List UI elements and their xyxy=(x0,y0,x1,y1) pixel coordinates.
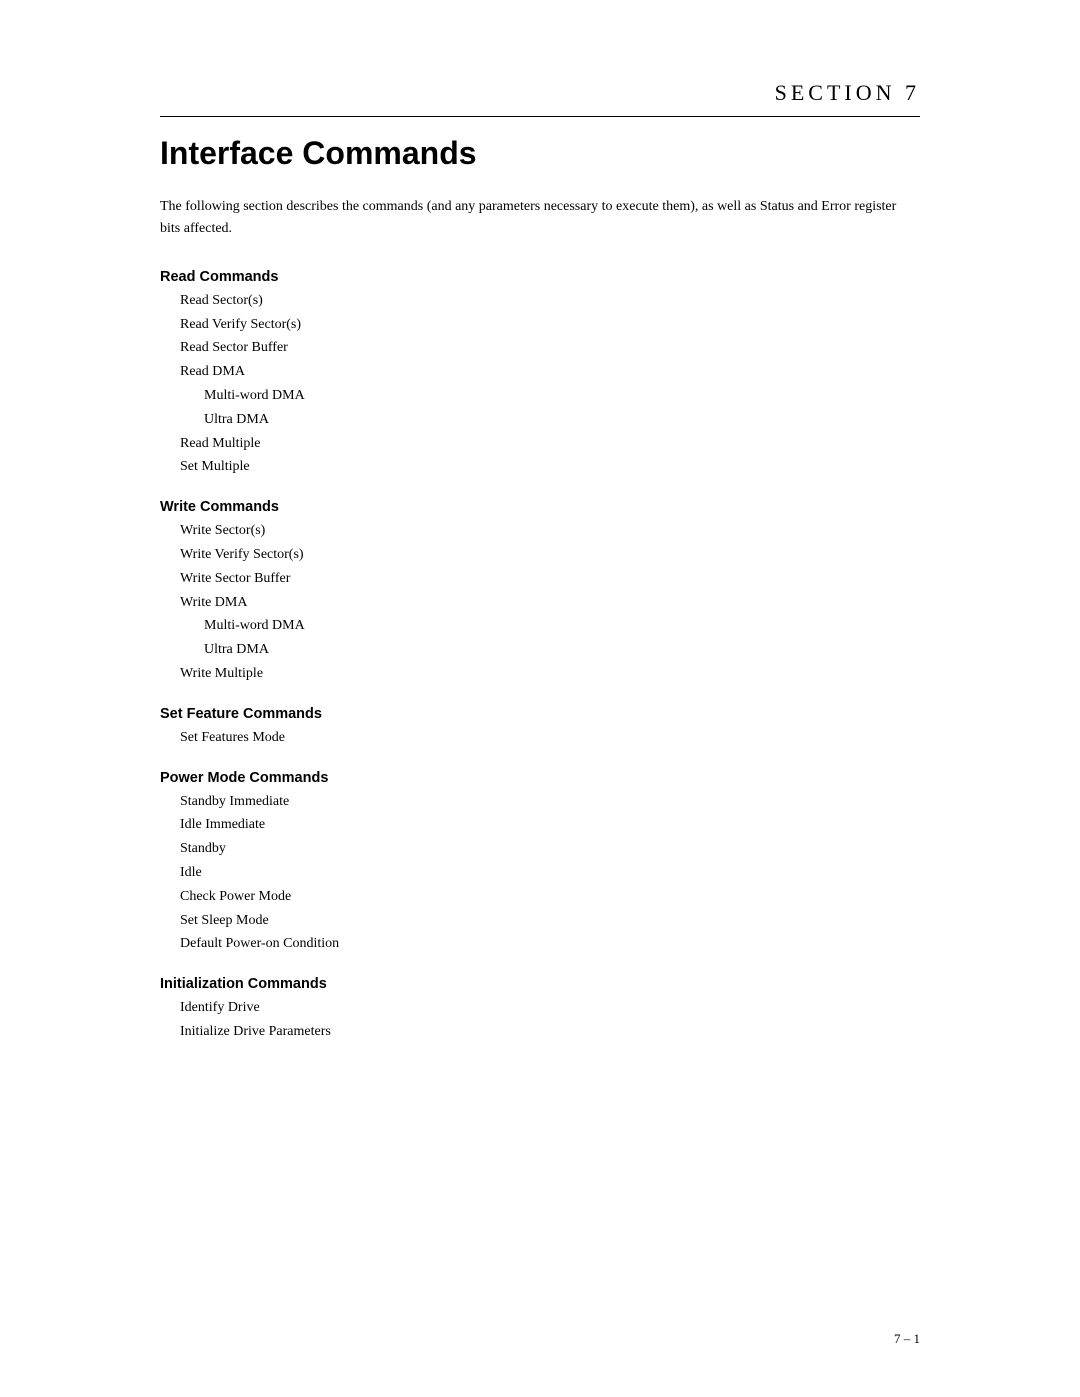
group-power-mode-commands: Power Mode CommandsStandby ImmediateIdle… xyxy=(160,770,920,957)
list-item: Identify Drive xyxy=(180,996,920,1020)
page-number: 7 – 1 xyxy=(894,1331,920,1347)
group-write-commands: Write Commands Write Sector(s)Write Verif… xyxy=(160,499,920,686)
list-item: Write Sector Buffer xyxy=(180,567,920,591)
group-heading-read-commands: Read Commands xyxy=(160,269,920,285)
list-item: Idle Immediate xyxy=(180,813,920,837)
list-item: Standby xyxy=(180,837,920,861)
horizontal-rule xyxy=(160,116,920,117)
list-item: Write Multiple xyxy=(180,662,920,686)
group-read-commands: Read Commands Read Sector(s)Read Verify S… xyxy=(160,269,920,479)
list-item: Default Power-on Condition xyxy=(180,932,920,956)
group-set-feature-commands: Set Feature Commands Set Features Mode xyxy=(160,706,920,750)
list-item: Idle xyxy=(180,861,920,885)
list-item: Initialize Drive Parameters xyxy=(180,1020,920,1044)
list-item: Read Sector(s) xyxy=(180,289,920,313)
item-list-initialization-commands: Identify DriveInitialize Drive Parameter… xyxy=(160,996,920,1044)
list-item: Ultra DMA xyxy=(180,408,920,432)
list-item: Standby Immediate xyxy=(180,790,920,814)
list-item: Write DMA xyxy=(180,591,920,615)
section-label: SECTION 7 xyxy=(160,80,920,106)
list-item: Set Sleep Mode xyxy=(180,909,920,933)
intro-paragraph: The following section describes the comm… xyxy=(160,196,920,241)
list-item: Multi-word DMA xyxy=(180,384,920,408)
list-item: Read Multiple xyxy=(180,432,920,456)
list-item: Set Features Mode xyxy=(180,726,920,750)
item-list-set-feature-commands: Set Features Mode xyxy=(160,726,920,750)
list-item: Set Multiple xyxy=(180,455,920,479)
list-item: Check Power Mode xyxy=(180,885,920,909)
page: SECTION 7 Interface Commands The followi… xyxy=(0,0,1080,1397)
group-heading-initialization-commands: Initialization Commands xyxy=(160,976,920,992)
list-item: Write Verify Sector(s) xyxy=(180,543,920,567)
list-item: Ultra DMA xyxy=(180,638,920,662)
group-heading-set-feature-commands: Set Feature Commands xyxy=(160,706,920,722)
item-list-read-commands: Read Sector(s)Read Verify Sector(s)Read … xyxy=(160,289,920,479)
group-initialization-commands: Initialization Commands Identify DriveIni… xyxy=(160,976,920,1044)
item-list-power-mode-commands: Standby ImmediateIdle ImmediateStandbyId… xyxy=(160,790,920,957)
list-item: Write Sector(s) xyxy=(180,519,920,543)
group-heading-power-mode-commands: Power Mode Commands xyxy=(160,770,920,786)
list-item: Read Verify Sector(s) xyxy=(180,313,920,337)
item-list-write-commands: Write Sector(s)Write Verify Sector(s)Wri… xyxy=(160,519,920,686)
group-heading-write-commands: Write Commands xyxy=(160,499,920,515)
list-item: Multi-word DMA xyxy=(180,614,920,638)
page-title: Interface Commands xyxy=(160,135,920,172)
groups-container: Read Commands Read Sector(s)Read Verify S… xyxy=(160,269,920,1044)
list-item: Read Sector Buffer xyxy=(180,336,920,360)
list-item: Read DMA xyxy=(180,360,920,384)
